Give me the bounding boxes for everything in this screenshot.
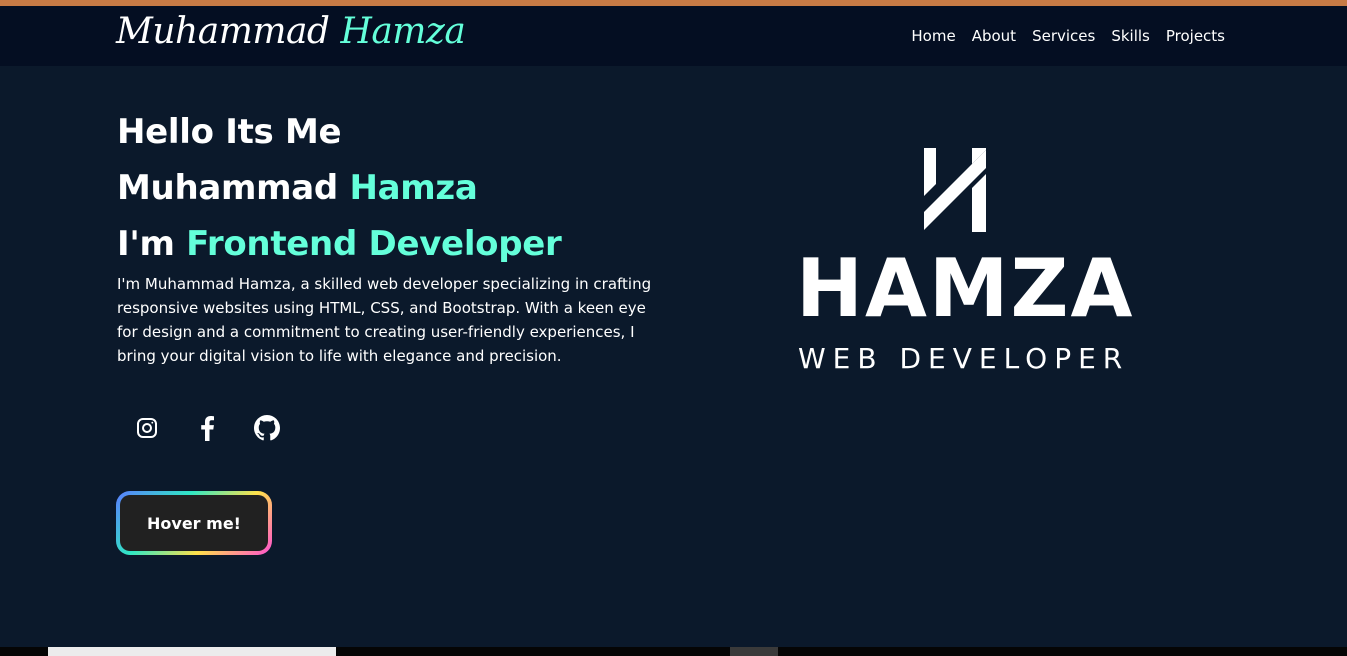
github-icon bbox=[254, 415, 280, 441]
hover-me-button[interactable]: Hover me! bbox=[120, 495, 268, 551]
facebook-link[interactable] bbox=[177, 406, 237, 450]
instagram-icon bbox=[137, 418, 157, 438]
nav-link-about[interactable]: About bbox=[972, 24, 1016, 48]
hero-name-first: Muhammad bbox=[117, 168, 338, 208]
navbar: Muhammad Hamza Home About Services Skill… bbox=[0, 6, 1347, 66]
social-links bbox=[117, 406, 297, 450]
logo-subtitle: WEB DEVELOPER bbox=[798, 342, 1130, 375]
nav-link-projects[interactable]: Projects bbox=[1166, 24, 1225, 48]
taskbar-active-app[interactable] bbox=[730, 647, 778, 656]
facebook-icon bbox=[201, 416, 214, 441]
hero-role: I'm Frontend Developer bbox=[117, 216, 677, 272]
hero-section: Hello Its Me Muhammad Hamza I'm Frontend… bbox=[117, 104, 677, 368]
logo-name: HAMZA bbox=[796, 242, 1135, 335]
brand-first-name: Muhammad bbox=[116, 11, 330, 52]
hover-button-border: Hover me! bbox=[116, 491, 272, 555]
brand-logo[interactable]: Muhammad Hamza bbox=[116, 8, 466, 56]
instagram-link[interactable] bbox=[117, 406, 177, 450]
hero-name: Muhammad Hamza bbox=[117, 160, 677, 216]
hero-greeting: Hello Its Me bbox=[117, 112, 342, 152]
brand-last-name: Hamza bbox=[340, 11, 466, 52]
hero-intro-text: I'm Muhammad Hamza, a skilled web develo… bbox=[117, 275, 652, 365]
github-link[interactable] bbox=[237, 406, 297, 450]
nav-link-home[interactable]: Home bbox=[911, 24, 955, 48]
h-monogram-icon bbox=[924, 148, 986, 232]
hero-role-prefix: I'm bbox=[117, 224, 175, 264]
hero-name-accent: Hamza bbox=[349, 168, 478, 208]
taskbar-window-item[interactable] bbox=[48, 647, 336, 656]
os-taskbar bbox=[0, 647, 1347, 656]
hamza-logo: HAMZA WEB DEVELOPER bbox=[790, 148, 1132, 378]
nav-menu: Home About Services Skills Projects bbox=[911, 24, 1225, 48]
hero-role-accent: Frontend Developer bbox=[186, 224, 562, 264]
nav-link-services[interactable]: Services bbox=[1032, 24, 1095, 48]
nav-link-skills[interactable]: Skills bbox=[1111, 24, 1150, 48]
